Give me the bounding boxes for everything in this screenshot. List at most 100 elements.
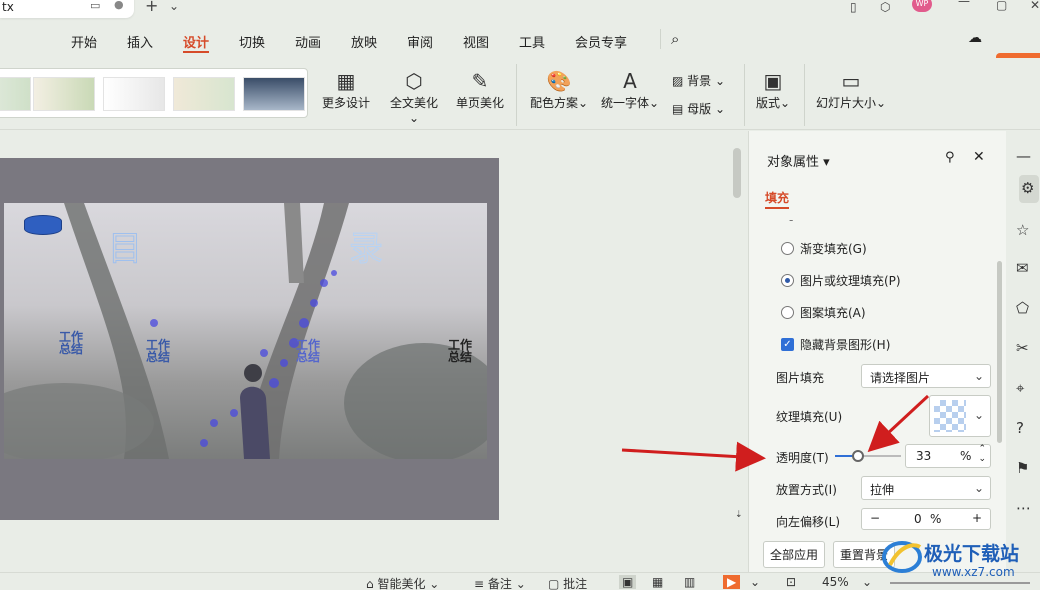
slide[interactable]: 目 录 工作总结 工作总结 工作总结 工作总结 <box>0 158 499 520</box>
tab-list-chevron-icon[interactable]: ⌄ <box>169 0 179 13</box>
map-icon[interactable]: ⌖ <box>1016 379 1024 397</box>
more-design-button[interactable]: ▦ 更多设计 <box>321 68 371 111</box>
master-button[interactable]: ▤ 母版 ⌄ <box>672 100 725 117</box>
grid-view-icon[interactable]: ▦ <box>652 575 663 589</box>
more-icon[interactable]: ⋯ <box>1016 499 1031 517</box>
new-tab-icon[interactable]: + <box>145 0 158 15</box>
avatar[interactable]: WP <box>912 0 932 12</box>
collapse-icon[interactable]: — <box>1016 147 1031 165</box>
panel-title[interactable]: 对象属性 ▾ <box>767 151 830 170</box>
canvas-vertical-scrollbar[interactable] <box>733 148 741 198</box>
apply-all-button[interactable]: 全部应用 <box>763 541 826 568</box>
menu-member[interactable]: 会员专享 <box>575 32 627 51</box>
slider-thumb[interactable] <box>852 450 864 462</box>
menu-tools[interactable]: 工具 <box>519 32 545 51</box>
notes-label: 备注 <box>487 577 512 590</box>
menu-transition[interactable]: 切换 <box>239 32 265 51</box>
template-gallery[interactable] <box>0 68 308 118</box>
slide-canvas[interactable]: 目 录 工作总结 工作总结 工作总结 工作总结 ⇣ <box>0 131 747 541</box>
scroll-down-icon[interactable]: ⇣ <box>735 510 743 520</box>
radio-pattern-fill[interactable]: 图案填充(A) <box>781 304 866 321</box>
picture-fill-select[interactable]: 请选择图片 ⌄ <box>861 364 991 388</box>
zoom-slider[interactable] <box>890 582 1030 584</box>
template-thumb[interactable] <box>173 77 235 111</box>
phone-icon[interactable]: ▯ <box>850 0 857 14</box>
pin-icon[interactable]: ⚲ <box>945 150 955 165</box>
cube-icon[interactable]: ⬡ <box>880 0 890 14</box>
play-chevron-icon[interactable]: ⌄ <box>750 575 760 589</box>
star-icon[interactable]: ☆ <box>1016 221 1029 239</box>
panel-close-icon[interactable]: ✕ <box>973 149 985 165</box>
comments-button[interactable]: ▢ 批注 <box>548 575 587 590</box>
full-beautify-button[interactable]: ⬡ 全文美化⌄ <box>385 68 443 125</box>
tab-fill[interactable]: 填充 <box>765 189 789 206</box>
comment-icon[interactable]: ✉ <box>1016 259 1029 277</box>
tab-fill-underline <box>765 207 789 209</box>
stepper-up-icon[interactable]: ⌃ <box>978 444 986 454</box>
close-icon[interactable]: ✕ <box>1030 0 1040 12</box>
layout-button[interactable]: ▣ 版式⌄ <box>754 68 792 111</box>
chevron-down-icon: ⌄ <box>973 369 984 383</box>
template-thumb[interactable] <box>0 77 31 111</box>
background-button[interactable]: ▨ 背景 ⌄ <box>672 72 725 89</box>
menu-view[interactable]: 视图 <box>463 32 489 51</box>
zoom-chevron-icon[interactable]: ⌄ <box>862 575 872 589</box>
template-thumb[interactable] <box>103 77 165 111</box>
minimize-icon[interactable]: — <box>958 0 970 8</box>
slide-item-label[interactable]: 工作总结 <box>146 339 178 363</box>
menu-design[interactable]: 设计 <box>183 32 209 51</box>
shirt-icon[interactable]: ⚑ <box>1016 459 1029 477</box>
slide-title-right[interactable]: 录 <box>349 221 384 270</box>
color-scheme-button[interactable]: 🎨 配色方案⌄ <box>529 68 589 111</box>
ribbon-divider <box>744 64 745 126</box>
menu-slideshow[interactable]: 放映 <box>351 32 377 51</box>
shape-icon[interactable]: ⬠ <box>1016 299 1029 317</box>
menu-animation[interactable]: 动画 <box>295 32 321 51</box>
search-icon[interactable]: ⌕ <box>671 30 679 48</box>
slide-item-label[interactable]: 工作总结 <box>296 339 328 363</box>
play-button[interactable]: ▶ <box>723 575 741 589</box>
cloud-icon[interactable]: ☁ <box>968 30 982 46</box>
document-tab-label: tx <box>2 0 14 14</box>
slide-item-label[interactable]: 工作总结 <box>448 339 480 363</box>
slide-item-label[interactable]: 工作总结 <box>59 331 91 355</box>
transparency-input[interactable]: 33 % ⌃ ⌄ <box>905 444 991 468</box>
menu-review[interactable]: 审阅 <box>407 32 433 51</box>
stepper-down-icon[interactable]: ⌄ <box>978 454 986 464</box>
minus-icon[interactable]: − <box>870 511 880 525</box>
document-tab[interactable]: tx ▭ ● <box>0 0 134 18</box>
tools-icon[interactable]: ✂ <box>1016 339 1029 357</box>
zoom-level[interactable]: 45% <box>822 575 849 589</box>
normal-view-icon[interactable]: ▣ <box>619 575 637 589</box>
page-beautify-button[interactable]: ✎ 单页美化 <box>455 68 505 111</box>
radio-gradient-fill[interactable]: 渐变填充(G) <box>781 240 867 257</box>
offset-left-input[interactable]: − 0 % + <box>861 508 991 530</box>
properties-icon[interactable]: ⚙ <box>1019 175 1039 203</box>
unify-font-button[interactable]: A 统一字体⌄ <box>600 68 660 111</box>
monitor-icon[interactable]: ▭ <box>90 0 100 12</box>
smart-beautify-label: 智能美化 <box>377 577 426 590</box>
menu-insert[interactable]: 插入 <box>127 32 153 51</box>
hide-background-checkbox[interactable]: ✓ 隐藏背景图形(H) <box>781 336 890 353</box>
reading-view-icon[interactable]: ▥ <box>684 575 695 589</box>
fit-icon[interactable]: ⊡ <box>786 575 796 589</box>
template-thumb[interactable] <box>33 77 95 111</box>
help-icon[interactable]: ? <box>1016 419 1024 437</box>
slide-title-left[interactable]: 目 <box>108 221 143 270</box>
maximize-icon[interactable]: ▢ <box>996 0 1007 12</box>
cylinder-shape[interactable] <box>24 215 62 235</box>
smart-beautify-button[interactable]: ⌂ 智能美化 ⌄ <box>366 575 439 590</box>
menu-home[interactable]: 开始 <box>71 32 97 51</box>
placement-select[interactable]: 拉伸 ⌄ <box>861 476 991 500</box>
cube-outline-icon: ⬡ <box>405 69 423 93</box>
slide-size-button[interactable]: ▭ 幻灯片大小⌄ <box>815 68 887 111</box>
panel-title-label: 对象属性 <box>767 155 820 170</box>
radio-picture-texture-fill[interactable]: 图片或纹理填充(P) <box>781 272 901 289</box>
transparency-slider[interactable] <box>835 447 901 463</box>
panel-scrollbar[interactable] <box>997 261 1002 443</box>
more-design-label: 更多设计 <box>321 96 370 110</box>
plus-icon[interactable]: + <box>972 511 982 525</box>
texture-fill-select[interactable]: ⌄ <box>929 395 991 437</box>
template-thumb[interactable] <box>243 77 305 111</box>
notes-button[interactable]: ≡ 备注 ⌄ <box>474 575 526 590</box>
